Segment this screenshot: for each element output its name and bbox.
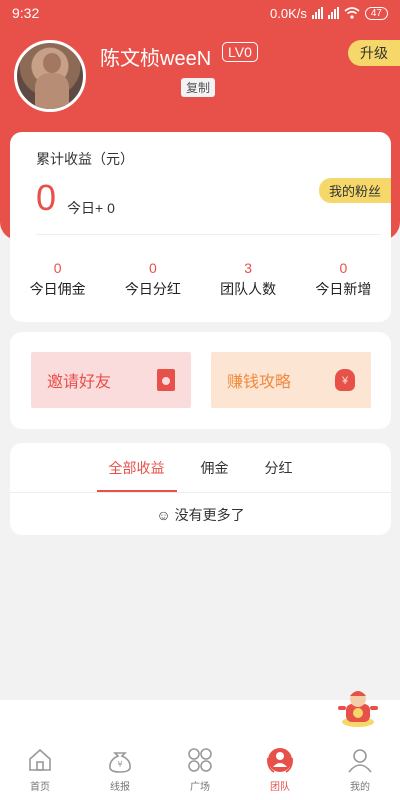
mascot-icon[interactable] [334,688,382,728]
earnings-card: 累计收益（元） 0 今日+ 0 我的粉丝 0 今日佣金 0 今日分红 3 团队人… [10,132,391,322]
my-fans-button[interactable]: 我的粉丝 [318,178,391,203]
network-speed: 0.0K/s [270,5,307,21]
tab-commission[interactable]: 佣金 [189,443,241,492]
invite-label: 邀请好友 [47,374,112,391]
earnings-total: 0 [36,177,57,218]
stat-label: 今日分红 [124,281,181,297]
invite-friends-button[interactable]: 邀请好友 [31,352,191,408]
signal-icon [311,7,323,19]
nav-mine[interactable]: 我的 [320,746,400,800]
money-bag-icon: ¥ [109,752,131,773]
upgrade-button[interactable]: 升级 [348,40,400,66]
status-time: 9:32 [12,5,40,21]
status-bar: 9:32 0.0K/s 47 [0,0,400,26]
tab-all-earnings[interactable]: 全部收益 [96,443,177,492]
stat-today-new[interactable]: 0 今日新增 [296,260,391,299]
nav-label: 线报 [110,782,130,793]
username: 陈文桢weeN [100,48,212,70]
stat-today-dividend[interactable]: 0 今日分红 [105,260,200,299]
nav-team[interactable]: 团队 [240,746,320,800]
stat-label: 团队人数 [220,281,277,297]
earnings-tabs-card: 全部收益 佣金 分红 ☺ 没有更多了 [10,443,391,535]
nav-label: 团队 [270,782,290,793]
home-icon [29,748,51,771]
stat-value: 0 [148,260,157,276]
tabs: 全部收益 佣金 分红 [10,443,391,492]
avatar[interactable] [14,40,86,112]
nav-home[interactable]: 首页 [0,746,80,800]
actions-card: 邀请好友 赚钱攻略 ¥ [10,332,391,429]
signal-icon-2 [327,7,339,19]
strategy-label: 赚钱攻略 [227,374,292,391]
user-icon [348,749,372,773]
nav-news[interactable]: ¥ 线报 [80,746,160,800]
stats-row: 0 今日佣金 0 今日分红 3 团队人数 0 今日新增 [10,260,391,299]
earning-guide-button[interactable]: 赚钱攻略 ¥ [211,352,371,408]
today-earnings: 今日+ 0 [67,200,115,216]
nav-label: 首页 [30,782,50,793]
copy-button[interactable]: 复制 [181,78,216,97]
stat-value: 0 [339,260,348,276]
stat-label: 今日新增 [315,281,372,297]
stat-today-commission[interactable]: 0 今日佣金 [10,260,105,299]
nav-label: 广场 [190,782,210,793]
money-bag-icon: ¥ [335,369,355,391]
tab-dividend[interactable]: 分红 [253,443,305,492]
divider [10,492,391,493]
stat-value: 3 [244,260,253,276]
svg-text:¥: ¥ [117,760,122,769]
level-badge: LV0 [222,42,258,62]
team-icon [267,748,293,773]
bottom-nav: 首页 ¥ 线报 广场 团队 我的 [0,746,400,800]
nav-label: 我的 [350,782,370,793]
divider [36,234,381,235]
red-envelope-icon [157,369,175,391]
stat-label: 今日佣金 [29,281,86,297]
stat-value: 0 [53,260,62,276]
wifi-icon [344,7,360,19]
no-more-text: ☺ 没有更多了 [156,507,245,523]
battery-icon: 47 [364,6,388,20]
stat-team-size[interactable]: 3 团队人数 [201,260,296,299]
grid-circles-icon [188,748,212,772]
earnings-title: 累计收益（元） [36,151,134,167]
nav-square[interactable]: 广场 [160,746,240,800]
